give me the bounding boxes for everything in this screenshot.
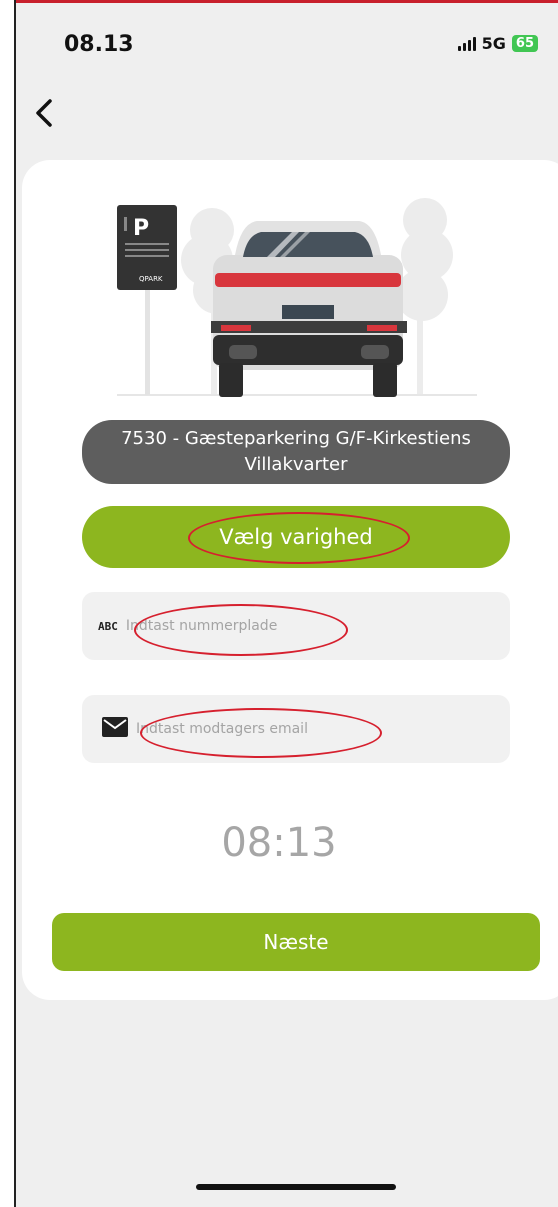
back-button[interactable] — [30, 93, 58, 133]
status-time: 08.13 — [64, 32, 134, 57]
select-duration-label: Vælg varighed — [219, 525, 373, 549]
next-button-label: Næste — [263, 930, 329, 954]
recipient-email-placeholder[interactable]: Indtast modtagers email — [136, 721, 308, 737]
abc-icon: ABC — [98, 619, 118, 633]
signal-icon — [457, 36, 476, 51]
home-indicator[interactable] — [196, 1184, 396, 1190]
chevron-left-icon — [36, 99, 52, 127]
license-plate-field[interactable]: ABC Indtast nummerplade — [82, 592, 510, 660]
top-border — [0, 0, 558, 3]
parked-car-illustration: P QPARK — [117, 198, 477, 397]
select-duration-button[interactable]: Vælg varighed — [82, 506, 510, 568]
parking-location-text: 7530 - Gæsteparkering G/F-Kirkestiens Vi… — [121, 428, 471, 475]
battery-icon: 65 — [511, 35, 538, 52]
recipient-email-field[interactable]: Indtast modtagers email — [82, 695, 510, 763]
status-icons: 5G 65 — [457, 34, 538, 53]
envelope-icon — [102, 717, 128, 741]
svg-text:P: P — [133, 216, 149, 241]
car-icon — [211, 221, 407, 397]
current-time-display: 08:13 — [221, 820, 337, 866]
parking-sign-icon: P QPARK — [117, 205, 177, 395]
left-border — [0, 0, 16, 1207]
next-button[interactable]: Næste — [52, 913, 540, 971]
license-plate-placeholder[interactable]: Indtast nummerplade — [126, 618, 277, 634]
parking-location-badge: 7530 - Gæsteparkering G/F-Kirkestiens Vi… — [82, 420, 510, 484]
main-card: P QPARK 7530 - Gæsteparkering G/F-Kirkes… — [22, 160, 558, 1000]
svg-text:QPARK: QPARK — [139, 275, 163, 283]
network-label: 5G — [481, 34, 506, 53]
